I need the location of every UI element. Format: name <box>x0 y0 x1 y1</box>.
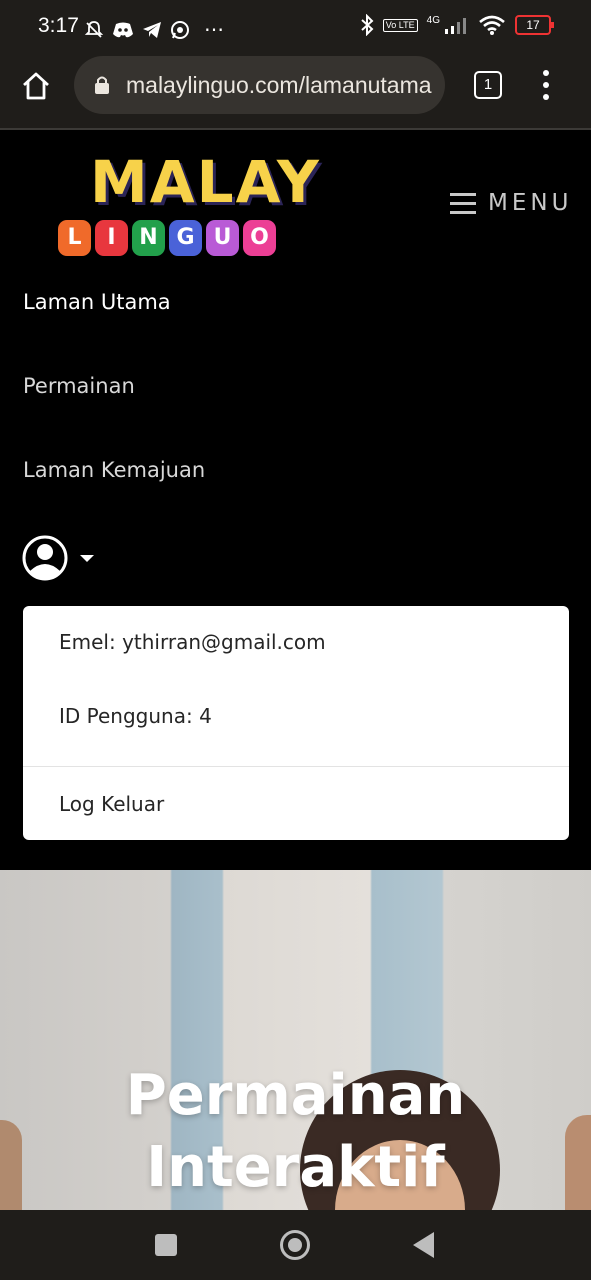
network-type: 4G <box>426 14 440 26</box>
nav-link-laman-utama[interactable]: Laman Utama <box>23 290 171 314</box>
android-nav-bar <box>0 1210 591 1280</box>
home-nav-icon[interactable] <box>280 1230 310 1260</box>
site-logo[interactable]: MALAY L I N G U O <box>58 148 319 260</box>
user-menu-toggle[interactable] <box>22 535 94 581</box>
logo-tile: G <box>169 220 202 256</box>
bluetooth-icon <box>361 14 374 36</box>
nav-link-laman-kemajuan[interactable]: Laman Kemajuan <box>23 458 205 482</box>
hero-title-line: Permainan <box>125 1063 466 1128</box>
back-icon[interactable] <box>413 1232 434 1258</box>
nav-link-permainan[interactable]: Permainan <box>23 374 135 398</box>
logo-tile: U <box>206 220 239 256</box>
menu-button[interactable]: MENU <box>450 190 572 216</box>
logo-tile: N <box>132 220 165 256</box>
logo-tile: L <box>58 220 91 256</box>
caret-down-icon <box>80 554 94 562</box>
telegram-icon <box>143 21 161 38</box>
logo-tile: O <box>243 220 276 256</box>
status-time: 3:17 <box>38 14 79 37</box>
user-id: ID Pengguna: 4 <box>59 704 212 728</box>
whatsapp-icon <box>171 20 189 39</box>
recents-icon[interactable] <box>155 1234 177 1256</box>
home-icon[interactable] <box>20 70 52 102</box>
tabs-icon[interactable]: 1 <box>474 71 502 99</box>
user-email: Emel: ythirran@gmail.com <box>59 630 326 654</box>
address-bar[interactable]: malaylinguo.com/lamanutama <box>74 56 445 114</box>
url-text[interactable]: malaylinguo.com/lamanutama <box>126 72 436 99</box>
signal-icon <box>445 18 466 34</box>
menu-label: MENU <box>488 190 573 216</box>
discord-icon <box>113 22 133 37</box>
user-avatar-icon <box>22 535 68 581</box>
dropdown-divider <box>23 766 569 767</box>
user-dropdown: Emel: ythirran@gmail.com ID Pengguna: 4 … <box>23 606 569 840</box>
muted-bell-icon <box>84 20 104 38</box>
hero-title: Permainan Interaktif <box>0 1060 591 1204</box>
browser-toolbar: malaylinguo.com/lamanutama 1 <box>0 54 591 130</box>
hamburger-icon <box>450 193 476 214</box>
overflow-dots: ⋯ <box>204 19 224 41</box>
more-vert-icon[interactable] <box>543 70 549 100</box>
notification-icons: ⋯ <box>84 17 224 42</box>
logo-word: MALAY <box>90 148 321 216</box>
logout-link[interactable]: Log Keluar <box>59 792 164 816</box>
battery-icon: 17 <box>515 15 554 35</box>
lock-icon[interactable] <box>94 75 110 95</box>
wifi-icon <box>479 15 505 35</box>
logo-tile: I <box>95 220 128 256</box>
status-bar: 3:17 ⋯ Vo LTE 4G 17 <box>0 0 591 54</box>
hero-banner: Permainan Interaktif <box>0 870 591 1210</box>
volte-badge: Vo LTE <box>382 18 418 32</box>
logo-tiles: L I N G U O <box>58 220 276 256</box>
system-icons: Vo LTE 4G 17 <box>360 14 554 36</box>
hero-title-line: Interaktif <box>146 1135 445 1200</box>
